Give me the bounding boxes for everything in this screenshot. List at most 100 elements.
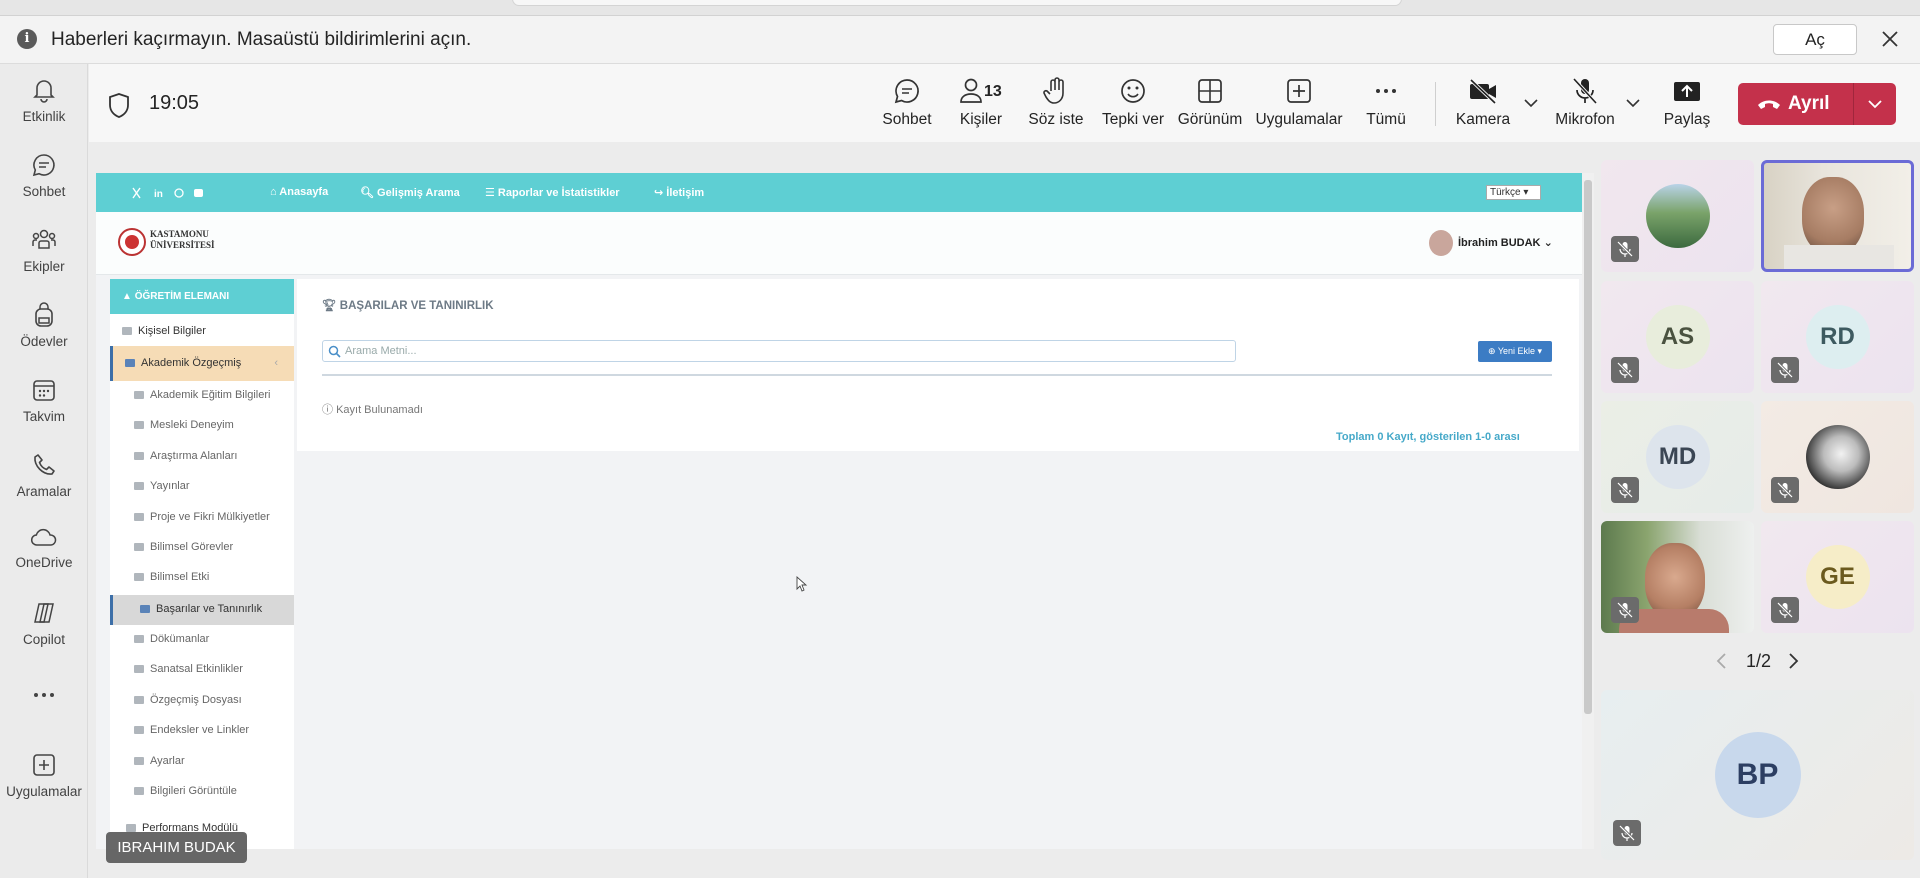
- briefcase-icon: [134, 421, 144, 430]
- mic-options-chevron-icon[interactable]: [1625, 97, 1641, 109]
- sidebar-item-label: Dökümanlar: [150, 633, 210, 645]
- sidebar-item[interactable]: Endeksler ve Linkler: [110, 724, 294, 736]
- view-button[interactable]: Görünüm: [1176, 76, 1244, 129]
- react-button[interactable]: Tepki ver: [1100, 76, 1166, 129]
- camera-options-chevron-icon[interactable]: [1523, 97, 1539, 109]
- sidebar-item-personal[interactable]: Kişisel Bilgiler: [110, 316, 294, 346]
- people-button[interactable]: 13 Kişiler: [956, 76, 1006, 129]
- participant-tile-active[interactable]: [1761, 160, 1914, 272]
- sidebar-item-awards[interactable]: Başarılar ve Tanınırlık: [110, 595, 294, 625]
- sidebar-item[interactable]: Yayınlar: [110, 480, 294, 492]
- nav-home[interactable]: ⌂ Anasayfa: [270, 186, 328, 198]
- more-icon: [34, 693, 54, 697]
- muted-mic-icon: [1613, 820, 1641, 846]
- address-pill: [512, 0, 1402, 6]
- network-icon: [134, 573, 144, 582]
- sidebar-item-label: Proje ve Fikri Mülkiyetler: [150, 511, 270, 523]
- document-icon: [134, 696, 144, 705]
- participant-avatar: AS: [1645, 305, 1710, 369]
- participant-tile[interactable]: RD: [1761, 281, 1914, 393]
- next-page-icon[interactable]: [1786, 652, 1800, 670]
- site-sidebar: ▲ ÖĞRETİM ELEMANI Kişisel Bilgiler Akade…: [110, 279, 294, 849]
- participant-tile[interactable]: MD: [1601, 401, 1754, 513]
- leave-button[interactable]: Ayrıl: [1738, 83, 1896, 125]
- university-name: KASTAMONU ÜNİVERSİTESİ: [150, 229, 215, 251]
- participant-tile[interactable]: GE: [1761, 521, 1914, 633]
- chevron-down-icon[interactable]: [1867, 98, 1883, 110]
- close-icon[interactable]: [1879, 28, 1901, 50]
- user-menu[interactable]: İbrahim BUDAK ⌄: [1458, 236, 1553, 249]
- language-value: Türkçe: [1490, 187, 1521, 198]
- previous-page-icon[interactable]: [1715, 652, 1729, 670]
- sidebar-item-label: Özgeçmiş Dosyası: [150, 694, 242, 706]
- rail-item-more[interactable]: [0, 691, 88, 699]
- record-total: Toplam 0 Kayıt, gösterilen 1-0 arası: [1336, 431, 1520, 443]
- user-name: İbrahim BUDAK: [1458, 237, 1541, 249]
- participant-tile-video[interactable]: [1601, 521, 1754, 633]
- participant-tile-large[interactable]: BP: [1601, 690, 1914, 860]
- search-input[interactable]: Arama Metni...: [322, 340, 1236, 362]
- participant-tile[interactable]: [1601, 160, 1754, 272]
- sidebar-item[interactable]: Akademik Eğitim Bilgileri: [110, 389, 294, 401]
- search-icon: [134, 787, 144, 796]
- sidebar-item[interactable]: Araştırma Alanları: [110, 450, 294, 462]
- rail-item-apps[interactable]: Uygulamalar: [0, 751, 88, 799]
- rail-item-copilot[interactable]: Copilot: [0, 599, 88, 647]
- add-new-button[interactable]: ⊕ Yeni Ekle ▾: [1478, 341, 1552, 362]
- shared-screen-scrollbar[interactable]: [1584, 180, 1592, 714]
- muted-mic-icon: [1771, 357, 1799, 383]
- hand-icon: [1043, 77, 1064, 104]
- nav-reports[interactable]: ☰ Raporlar ve İstatistikler: [485, 186, 620, 199]
- sidebar-item[interactable]: Bilgileri Görüntüle: [110, 785, 294, 797]
- sidebar-item[interactable]: Proje ve Fikri Mülkiyetler: [110, 511, 294, 523]
- language-select[interactable]: Türkçe ▾: [1486, 185, 1541, 200]
- nav-advanced-search[interactable]: 🔍︎ Gelişmiş Arama: [360, 186, 460, 199]
- sidebar-item[interactable]: Bilimsel Görevler: [110, 541, 294, 553]
- raise-hand-button[interactable]: Söz iste: [1026, 76, 1086, 129]
- camera-button[interactable]: Kamera: [1452, 76, 1514, 129]
- rail-item-assignments[interactable]: Ödevler: [0, 301, 88, 349]
- sidebar-item[interactable]: Bilimsel Etki: [110, 571, 294, 583]
- enable-notifications-button[interactable]: Aç: [1773, 24, 1857, 55]
- share-button[interactable]: Paylaş: [1658, 76, 1716, 129]
- rail-item-teams[interactable]: Ekipler: [0, 226, 88, 274]
- rail-item-calls[interactable]: Aramalar: [0, 451, 88, 499]
- participant-tile[interactable]: [1761, 401, 1914, 513]
- apps-button[interactable]: Uygulamalar: [1254, 76, 1344, 129]
- svg-text:in: in: [154, 189, 163, 199]
- participant-avatar: GE: [1805, 545, 1870, 609]
- muted-mic-icon: [1611, 357, 1639, 383]
- more-button[interactable]: Tümü: [1364, 76, 1408, 129]
- rail-label: Sohbet: [22, 184, 66, 199]
- rail-item-onedrive[interactable]: OneDrive: [0, 526, 88, 570]
- rail-item-calendar[interactable]: Takvim: [0, 376, 88, 424]
- add-app-icon: [33, 754, 55, 776]
- add-new-label: Yeni Ekle: [1497, 346, 1536, 356]
- sidebar-item[interactable]: Dökümanlar: [110, 633, 294, 645]
- sidebar-item-label: Sanatsal Etkinlikler: [150, 663, 243, 675]
- people-count: 13: [984, 83, 1002, 100]
- muted-mic-icon: [1771, 597, 1799, 623]
- notification-text: Haberleri kaçırmayın. Masaüstü bildiriml…: [51, 29, 472, 50]
- university-logo: [118, 228, 146, 256]
- chat-button[interactable]: Sohbet: [880, 76, 934, 129]
- user-avatar: [1429, 230, 1453, 256]
- rail-item-activity[interactable]: Etkinlik: [0, 76, 88, 124]
- cloud-icon: [30, 528, 57, 546]
- sidebar-item[interactable]: Mesleki Deneyim: [110, 419, 294, 431]
- participant-avatar: BP: [1714, 732, 1801, 818]
- hang-up-icon: [1758, 100, 1780, 109]
- search-icon: [328, 345, 341, 358]
- apps-label: Uygulamalar: [1255, 111, 1343, 128]
- copilot-icon: [34, 603, 54, 623]
- chat-label: Sohbet: [882, 111, 932, 128]
- sidebar-item[interactable]: Ayarlar: [110, 755, 294, 767]
- sidebar-item[interactable]: Özgeçmiş Dosyası: [110, 694, 294, 706]
- mic-button[interactable]: Mikrofon: [1552, 76, 1618, 129]
- view-label: Görünüm: [1177, 111, 1243, 128]
- participant-tile[interactable]: AS: [1601, 281, 1754, 393]
- sidebar-item[interactable]: Sanatsal Etkinlikler: [110, 663, 294, 675]
- nav-contact[interactable]: ↪ İletişim: [654, 186, 704, 199]
- rail-item-chat[interactable]: Sohbet: [0, 151, 88, 199]
- sidebar-item-cv[interactable]: Akademik Özgeçmiş ‹: [110, 346, 294, 381]
